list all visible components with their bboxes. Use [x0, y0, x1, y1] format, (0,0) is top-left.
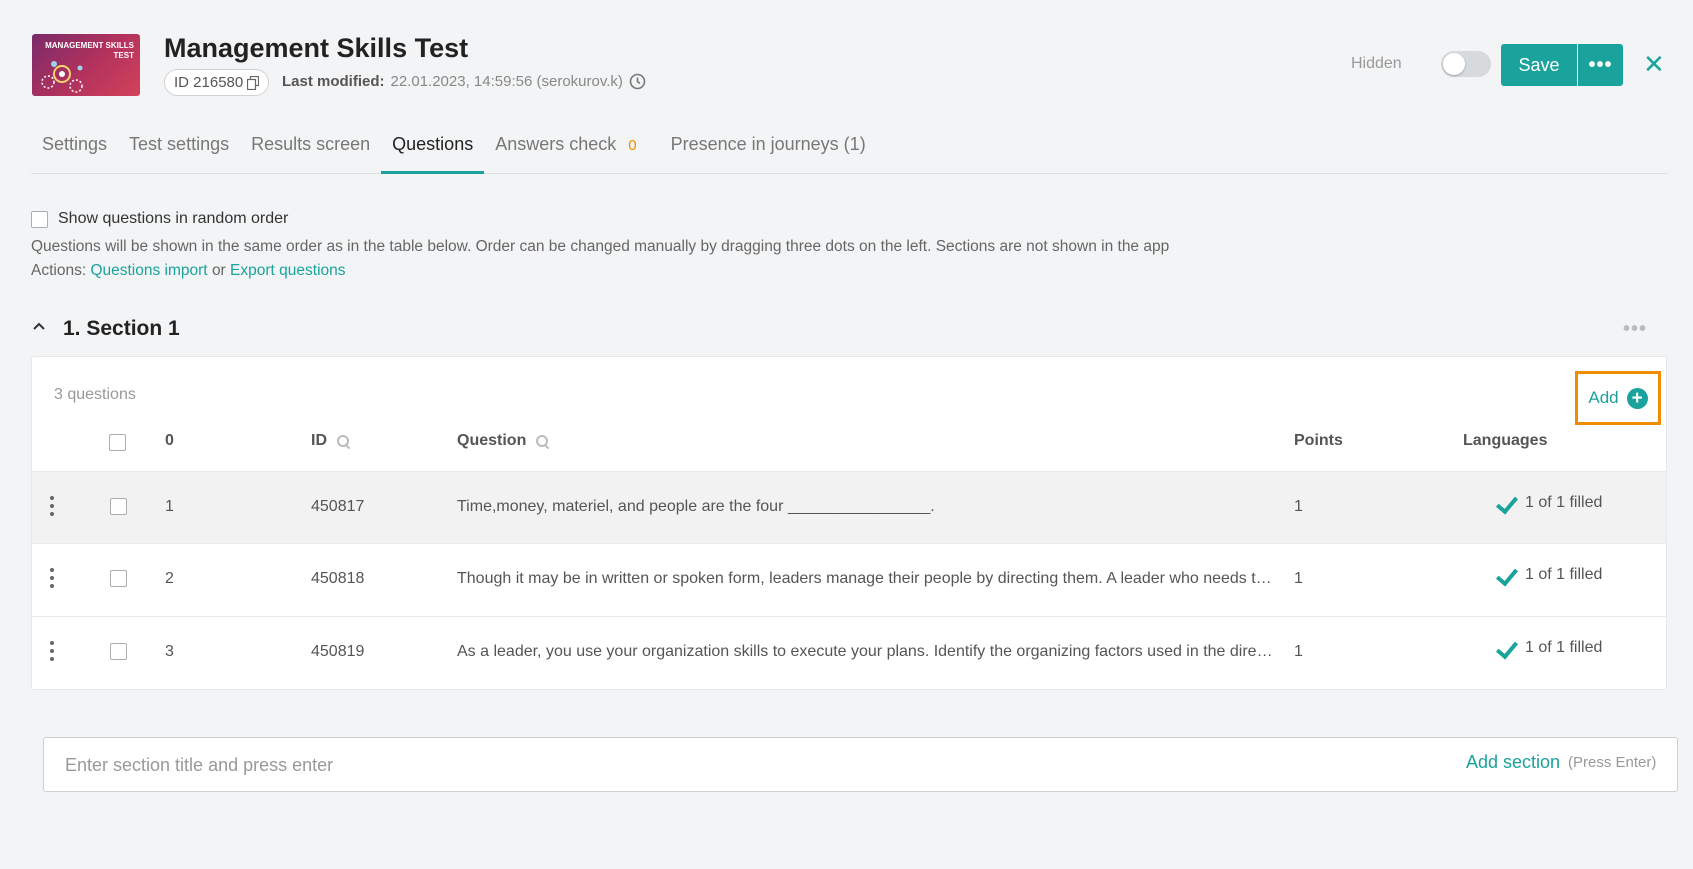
drag-handle-icon[interactable] [50, 568, 54, 588]
test-thumbnail: MANAGEMENT SKILLS TEST [32, 34, 140, 96]
tab-label: Settings [42, 134, 108, 154]
export-questions-link[interactable]: Export questions [230, 262, 345, 279]
row-question[interactable]: Though it may be in written or spoken fo… [457, 570, 1277, 588]
tab-settings[interactable]: Settings [31, 120, 118, 174]
column-header-languages: Languages [1463, 432, 1547, 450]
search-icon[interactable] [337, 434, 350, 448]
column-label: 0 [165, 432, 174, 449]
tab-label: Answers check [495, 134, 617, 154]
actions-line: Actions: Questions import or Export ques… [31, 262, 346, 280]
row-checkbox[interactable] [110, 643, 127, 660]
column-header-id[interactable]: ID [311, 432, 350, 450]
row-question[interactable]: Time,money, materiel, and people are the… [457, 498, 1277, 516]
test-id-badge[interactable]: ID 216580 [164, 69, 270, 96]
row-question[interactable]: As a leader, you use your organization s… [457, 643, 1277, 661]
column-label: Question [457, 432, 527, 449]
column-header-number: 0 [165, 432, 174, 450]
tab-results-screen[interactable]: Results screen [240, 120, 381, 174]
more-dots-icon: ••• [1588, 53, 1613, 76]
tab-label: Questions [392, 134, 474, 154]
row-languages: 1 of 1 filled [1495, 566, 1602, 584]
add-section-button[interactable]: Add section [1466, 752, 1560, 773]
row-checkbox[interactable] [110, 498, 127, 515]
question-count: 3 questions [54, 386, 136, 403]
row-languages: 1 of 1 filled [1495, 494, 1602, 512]
check-icon [1495, 639, 1517, 657]
collapse-chevron-icon[interactable] [33, 318, 45, 334]
tab-presence-in-journeys[interactable]: Presence in journeys (1) [660, 120, 877, 174]
row-number: 3 [165, 643, 174, 660]
close-icon[interactable]: ✕ [1643, 50, 1665, 78]
add-label: Add [1588, 388, 1619, 407]
visibility-toggle[interactable] [1441, 51, 1491, 77]
check-icon [1495, 494, 1517, 512]
questions-import-link[interactable]: Questions import [90, 262, 207, 279]
tab-test-settings[interactable]: Test settings [118, 120, 240, 174]
copy-icon[interactable] [247, 75, 260, 90]
select-all-checkbox[interactable] [109, 434, 126, 451]
tab-label: Presence in journeys (1) [670, 134, 866, 154]
languages-status: 1 of 1 filled [1525, 639, 1603, 656]
plus-circle-icon: + [1626, 387, 1648, 409]
random-order-label: Show questions in random order [58, 210, 289, 227]
save-button[interactable]: Save [1501, 44, 1577, 86]
test-id-label: ID 216580 [174, 74, 244, 91]
press-enter-hint: (Press Enter) [1568, 754, 1657, 771]
last-modified-label: Last modified: [282, 73, 385, 90]
row-points: 1 [1294, 498, 1303, 515]
row-points: 1 [1294, 643, 1303, 660]
search-icon[interactable] [536, 434, 549, 448]
new-section-box: Add section (Press Enter) [43, 737, 1678, 792]
row-id: 450818 [311, 570, 365, 587]
gears-icon [41, 61, 83, 93]
row-number: 2 [165, 570, 174, 587]
more-actions-button[interactable]: ••• [1578, 44, 1623, 86]
random-order-option[interactable]: Show questions in random order [31, 210, 288, 228]
visibility-label: Hidden [1351, 55, 1402, 72]
row-points: 1 [1294, 570, 1303, 587]
page-title: Management Skills Test [164, 33, 469, 63]
row-languages: 1 of 1 filled [1495, 639, 1602, 657]
actions-prefix: Actions: [31, 262, 87, 279]
column-label: ID [311, 432, 327, 449]
last-modified: Last modified: 22.01.2023, 14:59:56 (ser… [282, 73, 646, 90]
languages-status: 1 of 1 filled [1525, 494, 1603, 511]
tab-label: Results screen [251, 134, 371, 154]
random-order-checkbox[interactable] [31, 210, 48, 228]
column-label: Languages [1463, 432, 1548, 449]
tab-label: Test settings [129, 134, 230, 154]
row-number: 1 [165, 498, 174, 515]
last-modified-value: 22.01.2023, 14:59:56 (serokurov.k) [390, 73, 623, 90]
table-row[interactable]: 2 450818 Though it may be in written or … [32, 543, 1666, 615]
languages-status: 1 of 1 filled [1525, 566, 1603, 583]
row-id: 450817 [311, 498, 365, 515]
column-label: Points [1294, 432, 1343, 449]
drag-handle-icon[interactable] [50, 496, 54, 516]
section-more-icon[interactable]: ••• [1623, 318, 1647, 341]
toggle-knob [1443, 53, 1465, 75]
row-checkbox[interactable] [110, 570, 127, 587]
tab-answers-check[interactable]: Answers check 0 [484, 120, 647, 174]
table-row[interactable]: 3 450819 As a leader, you use your organ… [32, 616, 1666, 688]
drag-handle-icon[interactable] [50, 641, 54, 661]
check-icon [1495, 566, 1517, 584]
add-question-button[interactable]: Add + [1575, 371, 1661, 425]
column-header-question[interactable]: Question [457, 432, 549, 450]
order-info-text: Questions will be shown in the same orde… [31, 238, 1170, 255]
section-title-input[interactable] [65, 753, 1265, 777]
row-id: 450819 [311, 643, 365, 660]
column-header-points: Points [1294, 432, 1343, 450]
section-title: 1. Section 1 [63, 317, 180, 340]
or-text: or [211, 262, 226, 279]
tab-questions[interactable]: Questions [381, 120, 485, 174]
history-clock-icon[interactable] [629, 73, 646, 90]
tab-bar: Settings Test settings Results screen Qu… [31, 120, 1668, 174]
answers-check-count: 0 [628, 137, 637, 154]
table-row[interactable]: 1 450817 Time,money, materiel, and peopl… [32, 471, 1666, 543]
